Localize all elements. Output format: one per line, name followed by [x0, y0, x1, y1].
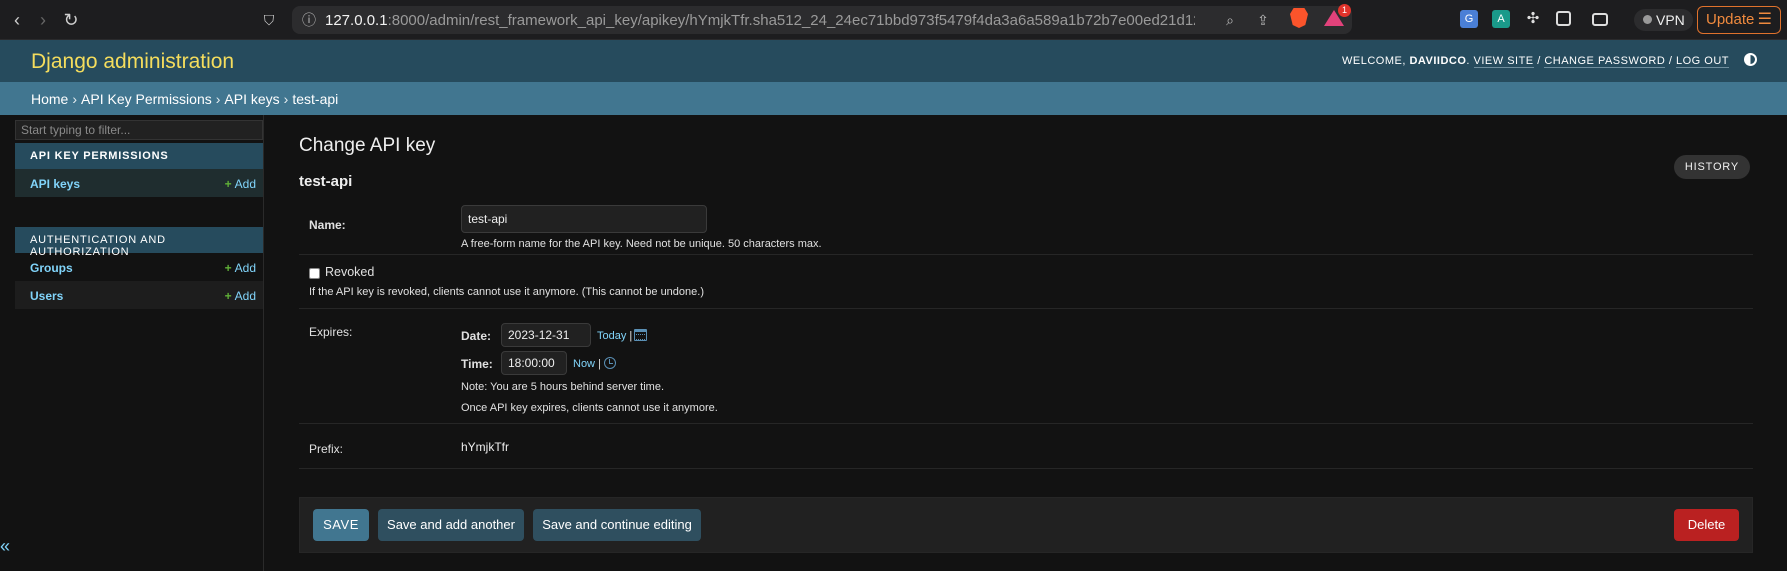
calendar-icon[interactable] [634, 329, 647, 341]
clock-icon[interactable] [604, 357, 616, 369]
now-label[interactable]: Now [573, 358, 595, 370]
vpn-button[interactable]: VPN [1634, 9, 1693, 31]
timezone-note: Note: You are 5 hours behind server time… [461, 381, 665, 393]
change-password-link[interactable]: CHANGE PASSWORD [1544, 55, 1666, 68]
extension-icon[interactable]: A [1492, 10, 1510, 28]
sidebar-item-api-keys[interactable]: API keys + Add [15, 169, 263, 197]
today-link[interactable]: Today | [597, 330, 632, 342]
reload-icon[interactable]: ↻ [60, 9, 82, 31]
browser-toolbar: ‹ › ↻ ⛉ ⓘ 127.0.0.1:8000/admin/rest_fram… [0, 0, 1787, 40]
url-host: 127.0.0.1 [325, 12, 388, 29]
plus-icon: + [224, 177, 232, 191]
site-branding[interactable]: Django administration [31, 50, 234, 74]
history-button[interactable]: HISTORY [1673, 155, 1750, 179]
theme-toggle-icon[interactable] [1744, 53, 1757, 66]
user-tools: WELCOME, DAVIIDCO. VIEW SITE / CHANGE PA… [1341, 55, 1729, 68]
log-out-link[interactable]: LOG OUT [1675, 55, 1729, 68]
nav-filter-input[interactable] [15, 120, 263, 140]
separator: | [598, 358, 601, 370]
separator: / [1533, 55, 1545, 67]
add-label: Add [234, 261, 256, 275]
now-link[interactable]: Now | [573, 358, 601, 370]
username: DAVIIDCO [1409, 55, 1467, 67]
module-caption-auth[interactable]: AUTHENTICATION AND AUTHORIZATION [15, 227, 263, 258]
site-info-icon[interactable]: ⓘ [300, 12, 318, 28]
expires-help: Once API key expires, clients cannot use… [461, 402, 718, 414]
delete-button[interactable]: Delete [1674, 509, 1739, 541]
time-label: Time: [461, 357, 493, 371]
back-arrow-icon[interactable]: ‹ [6, 9, 28, 31]
nav-sidebar: API KEY PERMISSIONS API keys +Add AUTHEN… [0, 115, 264, 571]
object-title: test-api [299, 173, 353, 190]
today-label[interactable]: Today [597, 330, 626, 342]
form-row-revoked: Revoked If the API key is revoked, clien… [299, 261, 1753, 309]
translate-icon[interactable]: G [1460, 10, 1478, 28]
forward-arrow-icon[interactable]: › [32, 9, 54, 31]
admin-header: Django administration WELCOME, DAVIIDCO.… [0, 40, 1787, 82]
add-label: Add [234, 289, 256, 303]
sidebar-icon[interactable] [1556, 11, 1571, 26]
url-text[interactable]: 127.0.0.1:8000/admin/rest_framework_api_… [325, 12, 1195, 29]
rewards-badge: 1 [1338, 4, 1351, 17]
add-group-link[interactable]: + Add [225, 261, 256, 275]
bookmark-icon[interactable]: ⛉ [258, 9, 280, 31]
form-row-prefix: Prefix: hYmjkTfr [299, 427, 1753, 469]
breadcrumb-separator: › [283, 91, 289, 107]
url-path: :8000/admin/rest_framework_api_key/apike… [387, 12, 1195, 29]
name-help: A free-form name for the API key. Need n… [461, 238, 822, 250]
submit-row: SAVE Save and add another Save and conti… [299, 497, 1753, 553]
view-site-link[interactable]: VIEW SITE [1473, 55, 1534, 68]
save-and-add-another-button[interactable]: Save and add another [378, 509, 524, 541]
revoked-checkbox[interactable] [309, 268, 320, 279]
name-label: Name: [309, 218, 346, 232]
add-user-link[interactable]: + Add [225, 289, 256, 303]
update-label: Update [1706, 11, 1755, 28]
zoom-icon[interactable]: ⌕ [1221, 12, 1239, 28]
date-input[interactable] [501, 323, 591, 347]
separator: | [629, 330, 633, 342]
vpn-label: VPN [1656, 12, 1685, 28]
plus-icon: + [224, 289, 232, 303]
sidebar-item-label[interactable]: Users [30, 289, 63, 303]
date-label: Date: [461, 329, 492, 343]
breadcrumb-current: test-api [292, 91, 339, 107]
share-icon[interactable]: ⇪ [1254, 12, 1272, 28]
module-caption-api-key-permissions[interactable]: API KEY PERMISSIONS [15, 143, 263, 169]
sidebar-item-users[interactable]: Users + Add [15, 281, 263, 309]
separator: / [1665, 55, 1676, 67]
breadcrumb: Home › API Key Permissions › API keys › test-a… [0, 82, 1787, 115]
plus-icon: + [224, 261, 232, 275]
page-title: Change API key [299, 135, 436, 156]
save-and-continue-button[interactable]: Save and continue editing [533, 509, 701, 541]
form-row-expires: Expires: Date: Today| Time: Now| Note: Y… [299, 317, 1753, 424]
breadcrumb-app[interactable]: API Key Permissions [81, 91, 212, 107]
add-label: Add [234, 177, 256, 191]
revoked-label[interactable]: Revoked [325, 265, 374, 279]
welcome-text: WELCOME, [1341, 55, 1410, 67]
wallet-icon[interactable] [1592, 13, 1608, 26]
update-button[interactable]: Update ☰ [1697, 6, 1781, 34]
breadcrumb-separator: › [215, 91, 221, 107]
prefix-value: hYmjkTfr [461, 440, 509, 454]
sidebar-item-label[interactable]: Groups [30, 261, 73, 275]
breadcrumb-home[interactable]: Home [31, 91, 68, 107]
sidebar-collapse-icon[interactable]: « [0, 536, 10, 557]
address-bar[interactable]: ⓘ 127.0.0.1:8000/admin/rest_framework_ap… [292, 6, 1352, 34]
sidebar-item-groups[interactable]: Groups + Add [15, 253, 263, 281]
prefix-label: Prefix: [309, 442, 344, 456]
breadcrumb-separator: › [72, 91, 78, 107]
form-row-name: Name: A free-form name for the API key. … [299, 205, 1753, 255]
expires-label: Expires: [309, 325, 353, 339]
puzzle-icon[interactable]: ✣ [1524, 10, 1542, 28]
add-api-key-link[interactable]: + Add [225, 177, 256, 191]
time-input[interactable] [501, 351, 567, 375]
revoked-help: If the API key is revoked, clients canno… [309, 286, 704, 298]
breadcrumb-model[interactable]: API keys [224, 91, 279, 107]
menu-icon[interactable]: ☰ [1758, 7, 1772, 33]
save-button[interactable]: SAVE [313, 509, 369, 541]
name-input[interactable] [461, 205, 707, 233]
sidebar-item-label[interactable]: API keys [30, 177, 80, 191]
